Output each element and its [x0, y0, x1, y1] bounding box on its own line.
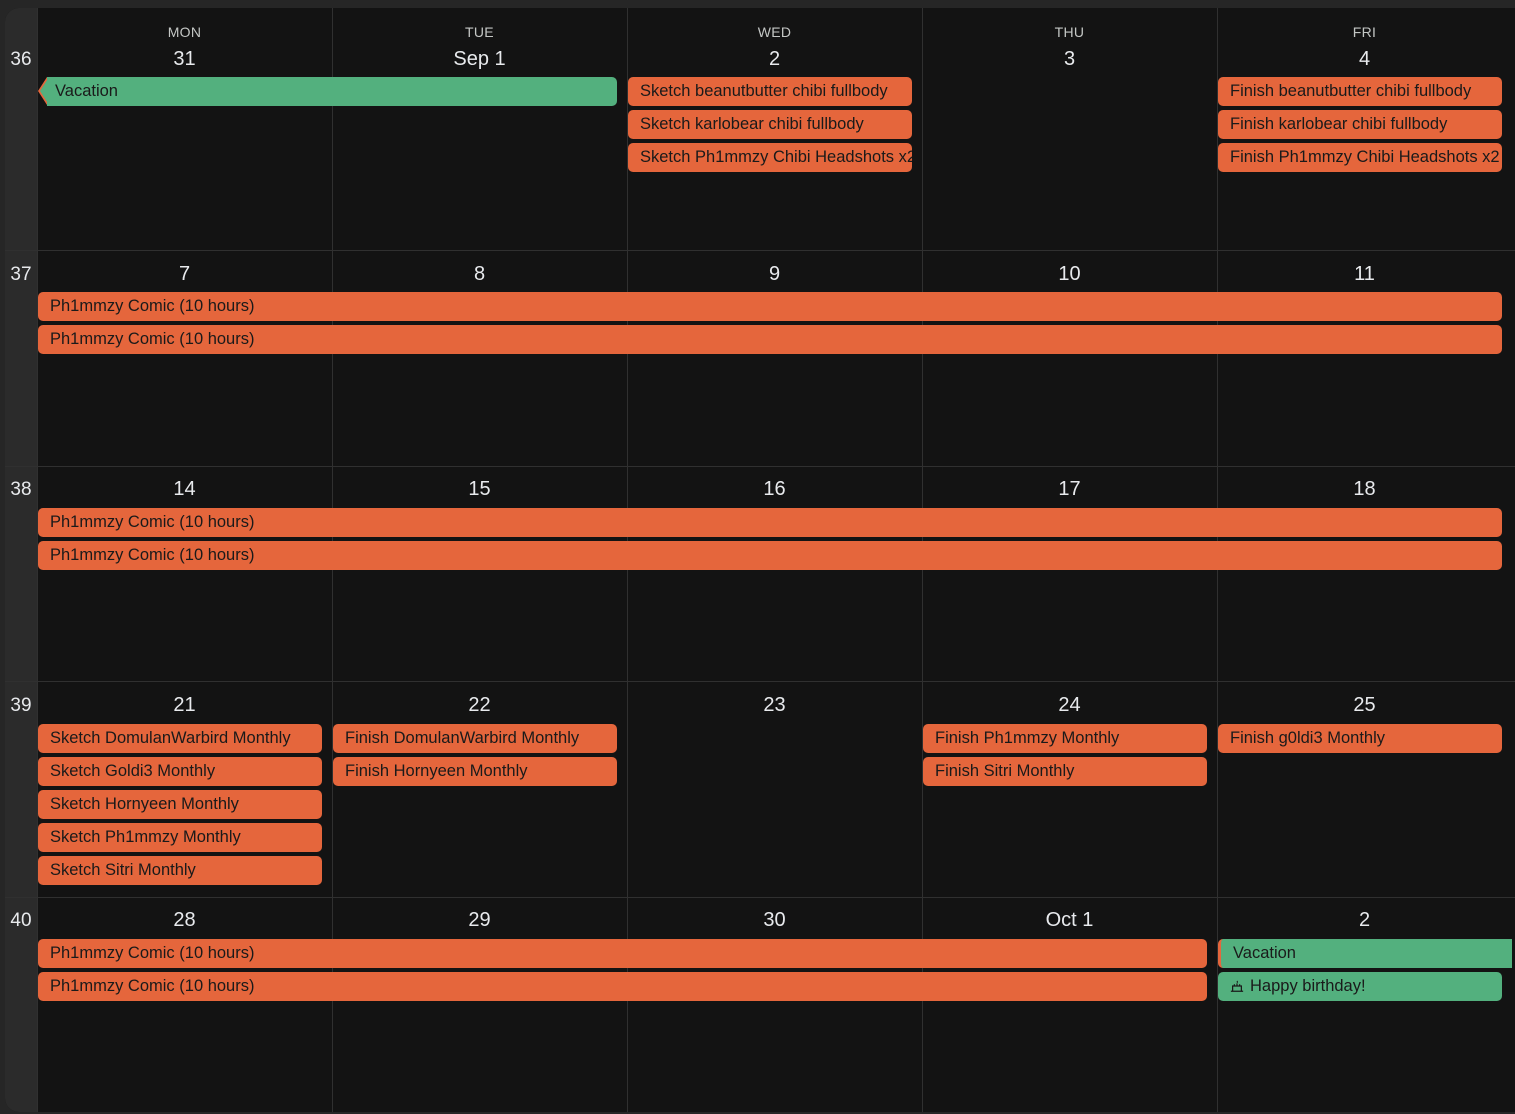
- calendar-event[interactable]: Ph1mmzy Comic (10 hours): [38, 325, 1502, 354]
- event-title: Finish g0ldi3 Monthly: [1230, 729, 1385, 747]
- day-of-week-header: TUE: [465, 24, 494, 40]
- event-title: Sketch Ph1mmzy Chibi Headshots x2: [640, 148, 912, 166]
- day-of-week-header: FRI: [1352, 24, 1377, 40]
- event-title: Sketch karlobear chibi fullbody: [640, 115, 864, 133]
- event-title: Sketch Hornyeen Monthly: [50, 795, 239, 813]
- event-title: Ph1mmzy Comic (10 hours): [50, 297, 255, 315]
- calendar-event[interactable]: Sketch Goldi3 Monthly: [38, 757, 322, 786]
- day-of-week-header: WED: [757, 24, 792, 40]
- event-title: Ph1mmzy Comic (10 hours): [50, 330, 255, 348]
- row-divider: [5, 466, 1515, 467]
- event-title: Sketch Goldi3 Monthly: [50, 762, 216, 780]
- event-title: Vacation: [55, 82, 118, 100]
- day-number[interactable]: 3: [922, 48, 1217, 71]
- event-title: Sketch Sitri Monthly: [50, 861, 196, 879]
- calendar-event[interactable]: Finish beanutbutter chibi fullbody: [1218, 77, 1502, 106]
- day-number[interactable]: 4: [1217, 48, 1512, 71]
- day-number[interactable]: 9: [627, 263, 922, 286]
- calendar-event[interactable]: Sketch DomulanWarbird Monthly: [38, 724, 322, 753]
- calendar-event[interactable]: Finish Sitri Monthly: [923, 757, 1207, 786]
- day-of-week-header: MON: [167, 24, 202, 40]
- day-number[interactable]: Oct 1: [922, 909, 1217, 932]
- event-title: Ph1mmzy Comic (10 hours): [50, 977, 255, 995]
- event-title: Finish Ph1mmzy Chibi Headshots x2: [1230, 148, 1500, 166]
- event-title: Finish karlobear chibi fullbody: [1230, 115, 1448, 133]
- event-title: Finish Hornyeen Monthly: [345, 762, 528, 780]
- calendar-event[interactable]: Vacation: [1218, 939, 1512, 968]
- month-calendar-grid: MON TUE WED THU FRI 36 31 Sep 1 2 3 4 37 7 8 9 10 11 38 14…: [5, 8, 1515, 1112]
- calendar-event[interactable]: Finish karlobear chibi fullbody: [1218, 110, 1502, 139]
- week-number: 38: [10, 479, 32, 500]
- day-number[interactable]: 7: [37, 263, 332, 286]
- day-number[interactable]: 16: [627, 478, 922, 501]
- event-title: Sketch Ph1mmzy Monthly: [50, 828, 241, 846]
- calendar-event[interactable]: Ph1mmzy Comic (10 hours): [38, 939, 1207, 968]
- calendar-event[interactable]: Ph1mmzy Comic (10 hours): [38, 541, 1502, 570]
- day-number[interactable]: 21: [37, 694, 332, 717]
- day-number[interactable]: 2: [1217, 909, 1512, 932]
- calendar-event[interactable]: Sketch Ph1mmzy Monthly: [38, 823, 322, 852]
- event-title: Vacation: [1233, 944, 1296, 962]
- event-title: Finish Ph1mmzy Monthly: [935, 729, 1120, 747]
- calendar-event[interactable]: Finish g0ldi3 Monthly: [1218, 724, 1502, 753]
- day-number[interactable]: 8: [332, 263, 627, 286]
- calendar-event[interactable]: Sketch Ph1mmzy Chibi Headshots x2: [628, 143, 912, 172]
- event-title: Ph1mmzy Comic (10 hours): [50, 944, 255, 962]
- calendar-event[interactable]: Finish Hornyeen Monthly: [333, 757, 617, 786]
- day-number[interactable]: 29: [332, 909, 627, 932]
- day-number[interactable]: 18: [1217, 478, 1512, 501]
- continues-previous-week-arrow: [40, 77, 49, 105]
- calendar-event[interactable]: Ph1mmzy Comic (10 hours): [38, 292, 1502, 321]
- day-number[interactable]: 17: [922, 478, 1217, 501]
- event-title: Ph1mmzy Comic (10 hours): [50, 546, 255, 564]
- calendar-event[interactable]: Sketch karlobear chibi fullbody: [628, 110, 912, 139]
- event-title: Sketch DomulanWarbird Monthly: [50, 729, 291, 747]
- calendar-event[interactable]: Ph1mmzy Comic (10 hours): [38, 508, 1502, 537]
- day-number[interactable]: 25: [1217, 694, 1512, 717]
- day-number[interactable]: 22: [332, 694, 627, 717]
- calendar-event[interactable]: Happy birthday!: [1218, 972, 1502, 1001]
- day-number[interactable]: 10: [922, 263, 1217, 286]
- row-divider: [5, 681, 1515, 682]
- event-title: Finish Sitri Monthly: [935, 762, 1075, 780]
- week-number: 40: [10, 910, 32, 931]
- day-number[interactable]: 30: [627, 909, 922, 932]
- row-divider: [5, 250, 1515, 251]
- calendar-event[interactable]: Sketch beanutbutter chibi fullbody: [628, 77, 912, 106]
- week-number: 37: [10, 264, 32, 285]
- cake-icon: [1230, 980, 1244, 992]
- day-of-week-header: THU: [1054, 24, 1085, 40]
- day-number[interactable]: 14: [37, 478, 332, 501]
- event-title: Finish DomulanWarbird Monthly: [345, 729, 580, 747]
- calendar-event[interactable]: Sketch Hornyeen Monthly: [38, 790, 322, 819]
- week-number: 39: [10, 695, 32, 716]
- event-title: Ph1mmzy Comic (10 hours): [50, 513, 255, 531]
- day-number[interactable]: 24: [922, 694, 1217, 717]
- day-number[interactable]: 11: [1217, 263, 1512, 286]
- day-number[interactable]: 2: [627, 48, 922, 71]
- week-number: 36: [10, 49, 32, 70]
- calendar-event[interactable]: Finish DomulanWarbird Monthly: [333, 724, 617, 753]
- row-divider: [5, 897, 1515, 898]
- day-number[interactable]: 31: [37, 48, 332, 71]
- event-title: Finish beanutbutter chibi fullbody: [1230, 82, 1472, 100]
- day-number[interactable]: Sep 1: [332, 48, 627, 71]
- event-title: Sketch beanutbutter chibi fullbody: [640, 82, 888, 100]
- calendar-event[interactable]: Finish Ph1mmzy Monthly: [923, 724, 1207, 753]
- calendar-event[interactable]: Finish Ph1mmzy Chibi Headshots x2: [1218, 143, 1502, 172]
- week-number-column: [5, 8, 37, 1112]
- calendar-event[interactable]: Sketch Sitri Monthly: [38, 856, 322, 885]
- day-number[interactable]: 15: [332, 478, 627, 501]
- day-number[interactable]: 23: [627, 694, 922, 717]
- calendar-event[interactable]: Ph1mmzy Comic (10 hours): [38, 972, 1207, 1001]
- calendar-event[interactable]: Vacation: [47, 77, 617, 106]
- event-title: Happy birthday!: [1250, 977, 1366, 995]
- day-number[interactable]: 28: [37, 909, 332, 932]
